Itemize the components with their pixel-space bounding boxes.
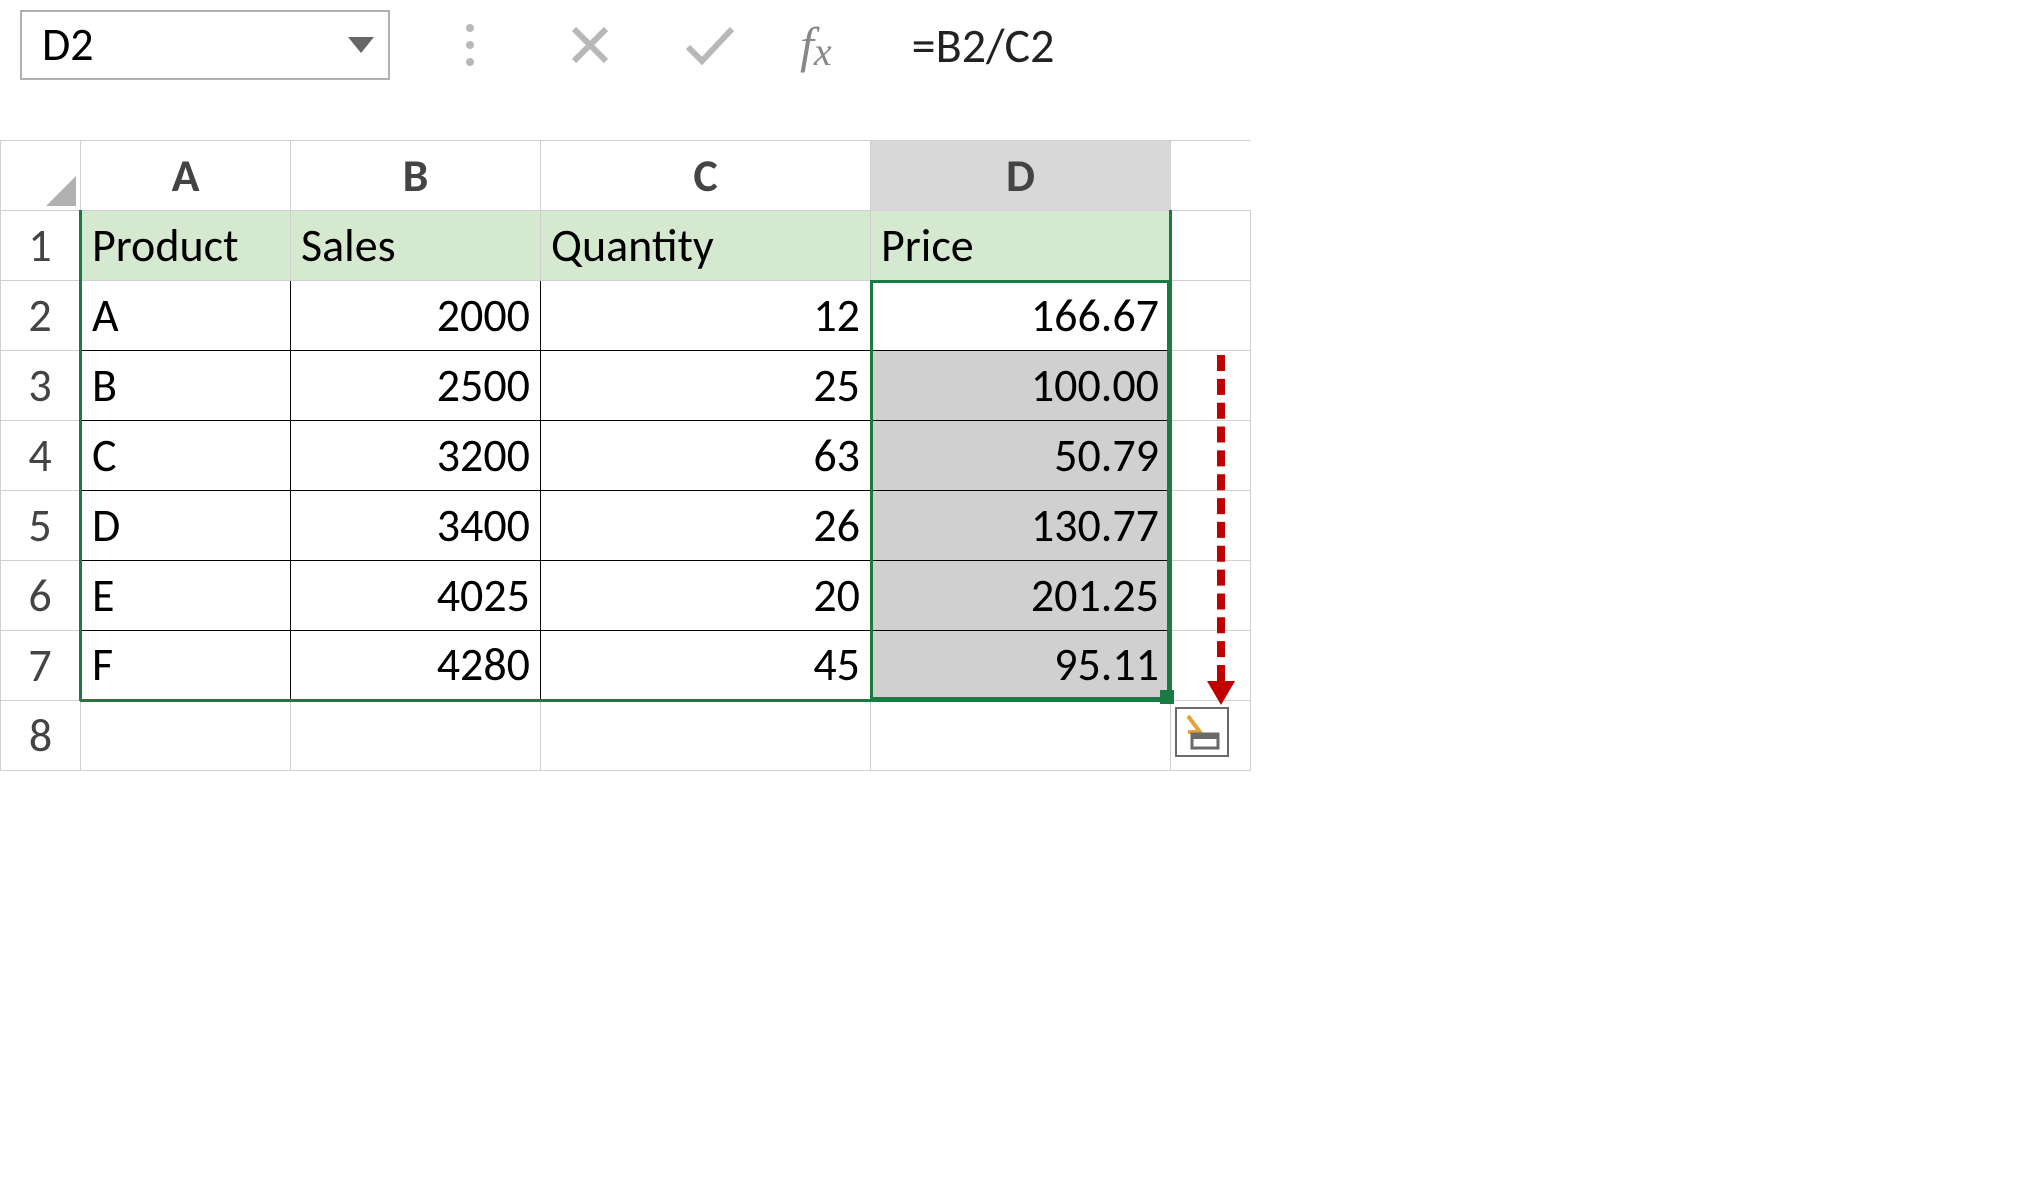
confirm-formula-icon[interactable] <box>680 15 740 75</box>
cell-A4[interactable]: C <box>81 421 291 491</box>
cell-B3[interactable]: 2500 <box>291 351 541 421</box>
cell-B7[interactable]: 4280 <box>291 631 541 701</box>
cell-C8[interactable] <box>541 701 871 771</box>
hdr-product[interactable]: Product <box>81 211 291 281</box>
col-hdr-D[interactable]: D <box>871 141 1171 211</box>
name-box-dropdown-icon[interactable] <box>346 12 376 78</box>
cell-D4[interactable]: 50.79 <box>871 421 1171 491</box>
cell-A3[interactable]: B <box>81 351 291 421</box>
data-row-5: 5 D 3400 26 130.77 <box>1 491 1251 561</box>
col-hdr-B[interactable]: B <box>291 141 541 211</box>
data-row-2: 2 A 2000 12 166.67 <box>1 281 1251 351</box>
cell-B6[interactable]: 4025 <box>291 561 541 631</box>
cell-D5[interactable]: 130.77 <box>871 491 1171 561</box>
cell-C7[interactable]: 45 <box>541 631 871 701</box>
cell-D3[interactable]: 100.00 <box>871 351 1171 421</box>
row-hdr-1[interactable]: 1 <box>1 211 81 281</box>
row-hdr-4[interactable]: 4 <box>1 421 81 491</box>
formula-bar-buttons: fx <box>420 10 872 80</box>
fill-handle[interactable] <box>1160 690 1174 704</box>
select-all-corner[interactable] <box>1 141 81 211</box>
hdr-sales[interactable]: Sales <box>291 211 541 281</box>
row-hdr-6[interactable]: 6 <box>1 561 81 631</box>
formula-input[interactable]: =B2/C2 <box>902 10 2001 80</box>
cell-A2[interactable]: A <box>81 281 291 351</box>
row-hdr-8[interactable]: 8 <box>1 701 81 771</box>
cell-A8[interactable] <box>81 701 291 771</box>
vertical-grip-icon[interactable] <box>440 15 500 75</box>
cancel-formula-icon[interactable] <box>560 15 620 75</box>
col-hdr-blank[interactable] <box>1171 141 1251 211</box>
formula-text: =B2/C2 <box>912 16 1055 75</box>
cell-B5[interactable]: 3400 <box>291 491 541 561</box>
cell-A6[interactable]: E <box>81 561 291 631</box>
row-hdr-5[interactable]: 5 <box>1 491 81 561</box>
cell-B8[interactable] <box>291 701 541 771</box>
data-row-4: 4 C 3200 63 50.79 <box>1 421 1251 491</box>
blank-cell[interactable] <box>1171 281 1251 351</box>
row-hdr-2[interactable]: 2 <box>1 281 81 351</box>
cell-D2[interactable]: 166.67 <box>871 281 1171 351</box>
column-header-row: A B C D <box>1 141 1251 211</box>
hdr-price[interactable]: Price <box>871 211 1171 281</box>
data-row-1: 1 Product Sales Quantity Price <box>1 211 1251 281</box>
fx-icon[interactable]: fx <box>800 16 852 74</box>
cell-C5[interactable]: 26 <box>541 491 871 561</box>
hdr-quantity[interactable]: Quantity <box>541 211 871 281</box>
cell-reference: D2 <box>42 17 94 73</box>
cell-C4[interactable]: 63 <box>541 421 871 491</box>
cell-B2[interactable]: 2000 <box>291 281 541 351</box>
cell-B4[interactable]: 3200 <box>291 421 541 491</box>
col-hdr-C[interactable]: C <box>541 141 871 211</box>
col-hdr-A[interactable]: A <box>81 141 291 211</box>
row-hdr-3[interactable]: 3 <box>1 351 81 421</box>
cell-D7[interactable]: 95.11 <box>871 631 1171 701</box>
data-row-6: 6 E 4025 20 201.25 <box>1 561 1251 631</box>
blank-cell[interactable] <box>1171 211 1251 281</box>
row-hdr-7[interactable]: 7 <box>1 631 81 701</box>
cell-C2[interactable]: 12 <box>541 281 871 351</box>
spreadsheet-grid[interactable]: A B C D 1 Product Sales Quantity Price 2… <box>0 140 1251 771</box>
cell-D6[interactable]: 201.25 <box>871 561 1171 631</box>
drag-direction-arrow <box>1211 355 1231 705</box>
formula-bar: D2 fx =B2/C2 <box>0 0 2021 90</box>
cell-C6[interactable]: 20 <box>541 561 871 631</box>
data-row-8: 8 <box>1 701 1251 771</box>
name-box[interactable]: D2 <box>20 10 390 80</box>
data-row-7: 7 F 4280 45 95.11 <box>1 631 1251 701</box>
cell-A7[interactable]: F <box>81 631 291 701</box>
autofill-options-button[interactable] <box>1175 707 1229 757</box>
cell-A5[interactable]: D <box>81 491 291 561</box>
data-row-3: 3 B 2500 25 100.00 <box>1 351 1251 421</box>
cell-C3[interactable]: 25 <box>541 351 871 421</box>
cell-D8[interactable] <box>871 701 1171 771</box>
